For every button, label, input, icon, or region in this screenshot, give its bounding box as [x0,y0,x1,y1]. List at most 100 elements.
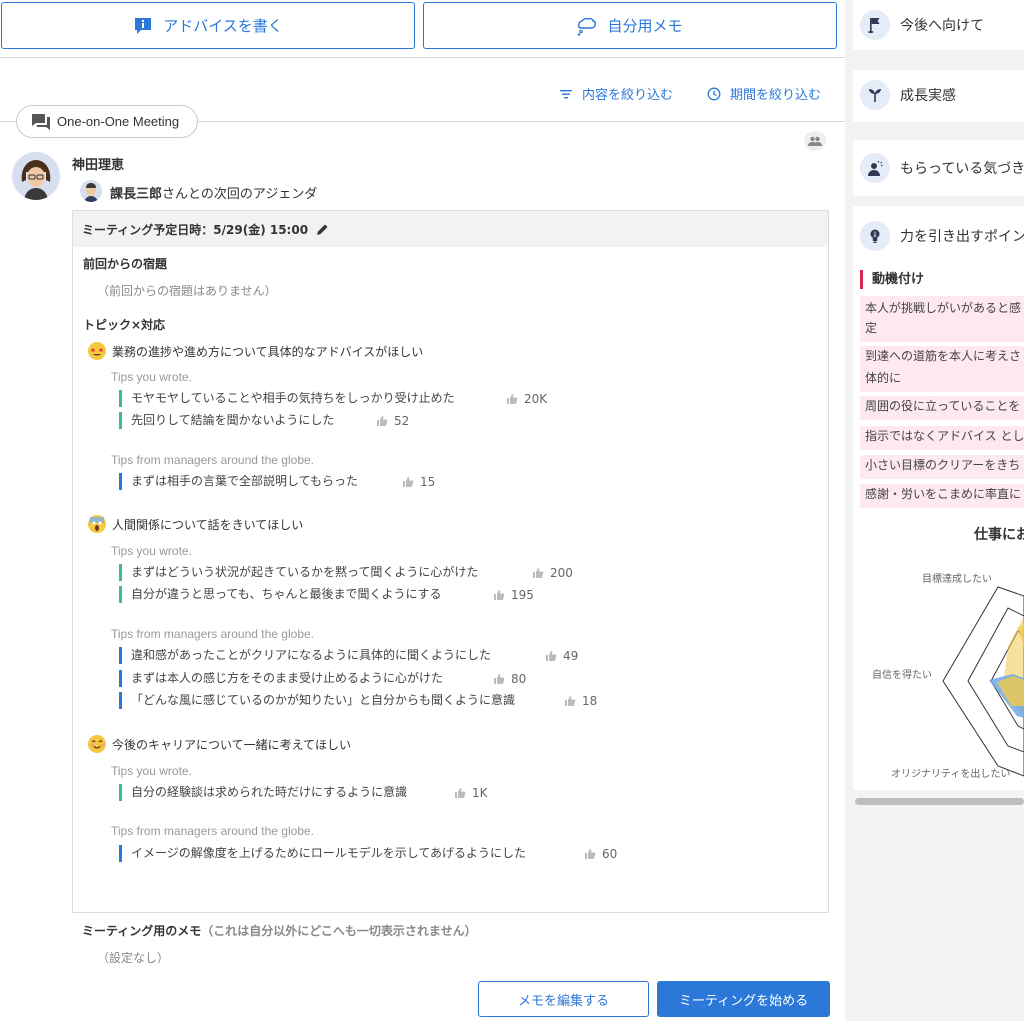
card-strengths: 力を引き出すポイン 動機付け 本人が挑戦しがいがあると感 定 到達への道筋を本人… [853,206,1024,805]
like-count-value: 60 [602,847,618,861]
tip-item: まずは相手の言葉で全部説明してもらった [119,473,358,490]
homework-title: 前回からの宿題 [83,257,168,271]
star-struck-emoji-icon [88,342,106,360]
homework-empty: （前回からの宿題はありません） [97,284,277,298]
lightbulb-icon [860,221,890,251]
card-growth-label: 成長実感 [900,88,956,104]
start-meeting-button[interactable]: ミーティングを始める [657,981,830,1017]
thumbs-up-icon [377,416,388,426]
thumbs-up-icon [455,788,466,798]
like-count[interactable]: 15 [402,475,435,489]
chat-icon [32,113,50,130]
filter-period-button[interactable]: 期間を絞り込む [707,84,821,103]
topic-title: 業務の進捗や進め方について具体的なアドバイスがほしい [112,344,424,359]
thumbs-up-icon [585,849,596,859]
thumbs-up-icon [494,674,505,684]
tip-item: 違和感があったことがクリアになるように具体的に聞くようにした [119,647,491,664]
write-advice-button[interactable]: アドバイスを書く [1,2,415,49]
meeting-type-pill: One-on-One Meeting [16,105,198,138]
smiling-face-emoji-icon [88,735,106,753]
like-count-value: 80 [511,672,527,686]
like-count[interactable]: 52 [376,414,409,428]
like-count-value: 20K [524,392,548,406]
chart-title: 仕事にお [974,527,1024,543]
tip-item: 「どんな風に感じているのかが知りたい」と自分からも聞くように意識 [119,692,515,709]
tips-you-wrote-label: Tips you wrote. [111,370,192,384]
people-icon[interactable] [804,131,826,151]
radar-label: 自信を得たい [872,670,932,681]
meeting-type-label: One-on-One Meeting [57,114,180,129]
tip-item: まずは本人の感じ方をそのまま受け止めるように心がけた [119,670,443,687]
like-count-value: 200 [550,566,573,580]
self-memo-button[interactable]: 自分用メモ [423,2,837,49]
sprout-icon [860,80,890,110]
thumbs-up-icon [565,696,576,706]
pencil-icon[interactable] [316,223,329,236]
thought-bubble-icon [578,17,597,36]
screaming-face-emoji-icon [88,515,106,533]
like-count[interactable]: 200 [532,566,573,580]
tips-global-label: Tips from managers around the globe. [111,824,314,838]
tips-global-label: Tips from managers around the globe. [111,627,314,641]
topic-item: 業務の進捗や進め方について具体的なアドバイスがほしい [88,342,423,360]
thumbs-up-icon [546,651,557,661]
card-future[interactable]: 今後へ向けて [853,0,1024,50]
motivation-item: 指示ではなくアドバイス とし [860,426,1024,450]
like-count[interactable]: 80 [493,672,526,686]
edit-memo-button[interactable]: メモを編集する [478,981,649,1017]
meeting-memo-note: （これは自分以外にどこへも一切表示されません） [201,924,477,938]
card-insights[interactable]: もらっている気づき [853,140,1024,196]
topic-title: 今後のキャリアについて一緒に考えてほしい [112,737,352,752]
thumbs-up-icon [403,477,414,487]
divider [0,57,845,58]
like-count-value: 1K [472,786,488,800]
tip-item: イメージの解像度を上げるためにロールモデルを示してあげるようにした [119,845,526,862]
user-name: 神田理恵 [72,158,125,173]
tip-item: 先回りして結論を聞かないようにした [119,412,334,429]
radar-label: オリジナリティを出したい [891,769,1011,780]
motivation-item-cont: 体的に [860,368,1024,392]
meeting-datetime-bar: ミーティング予定日時：5/29(金) 15:00 [73,211,828,247]
motivation-item-cont: 定 [860,318,1024,342]
tip-item: 自分の経験談は求められた時だけにするように意識 [119,784,407,801]
write-advice-label: アドバイスを書く [163,17,283,35]
thumbs-up-icon [494,590,505,600]
avatar [12,152,60,200]
filter-period-label: 期間を絞り込む [730,88,822,103]
like-count[interactable]: 49 [545,649,578,663]
meeting-datetime: ミーティング予定日時：5/29(金) 15:00 [82,222,309,237]
main-panel: アドバイスを書く 自分用メモ 内容を絞り込む 期間を絞り込む One-on-On… [0,0,845,1021]
filter-content-button[interactable]: 内容を絞り込む [559,84,673,103]
meeting-memo-label: ミーティング用のメモ [82,924,202,938]
like-count[interactable]: 18 [564,694,597,708]
motivation-item: 周囲の役に立っていることを [860,396,1024,420]
filter-content-label: 内容を絞り込む [582,88,674,103]
thumbs-up-icon [533,568,544,578]
tip-item: まずはどういう状況が起きているかを黙って聞くように心がけた [119,564,478,581]
agenda-box: ミーティング予定日時：5/29(金) 15:00 [72,210,829,913]
like-count[interactable]: 60 [584,847,617,861]
horizontal-scrollbar[interactable] [855,798,1024,805]
tips-you-wrote-label: Tips you wrote. [111,764,192,778]
topic-item: 人間関係について話をきいてほしい [88,515,303,533]
person-idea-icon [860,153,890,183]
filter-icon [560,89,572,98]
tip-item: 自分が違うと思っても、ちゃんと最後まで聞くようにする [119,586,442,603]
motivation-item: 小さい目標のクリアーをきち [860,455,1024,479]
agenda-title: 課長三郎さんとの次回のアジェンダ [110,183,317,202]
card-growth[interactable]: 成長実感 [853,70,1024,122]
thumbs-up-icon [507,394,518,404]
like-count[interactable]: 195 [493,588,534,602]
topics-title: トピック×対応 [83,318,166,332]
agenda-title-suffix: さんとの次回のアジェンダ [162,187,318,202]
motivation-item: 感謝・労いをこまめに率直に [860,484,1024,508]
meeting-memo-value: （設定なし） [97,951,170,965]
motivation-title: 動機付け [860,270,924,289]
card-strengths-label: 力を引き出すポイン [900,229,1024,245]
card-future-label: 今後へ向けて [900,18,984,34]
topic-item: 今後のキャリアについて一緒に考えてほしい [88,735,351,753]
like-count[interactable]: 20K [506,392,547,406]
partner-name: 課長三郎 [110,187,163,202]
motivation-item: 到達への道筋を本人に考えさ [860,346,1024,370]
like-count[interactable]: 1K [454,786,488,800]
